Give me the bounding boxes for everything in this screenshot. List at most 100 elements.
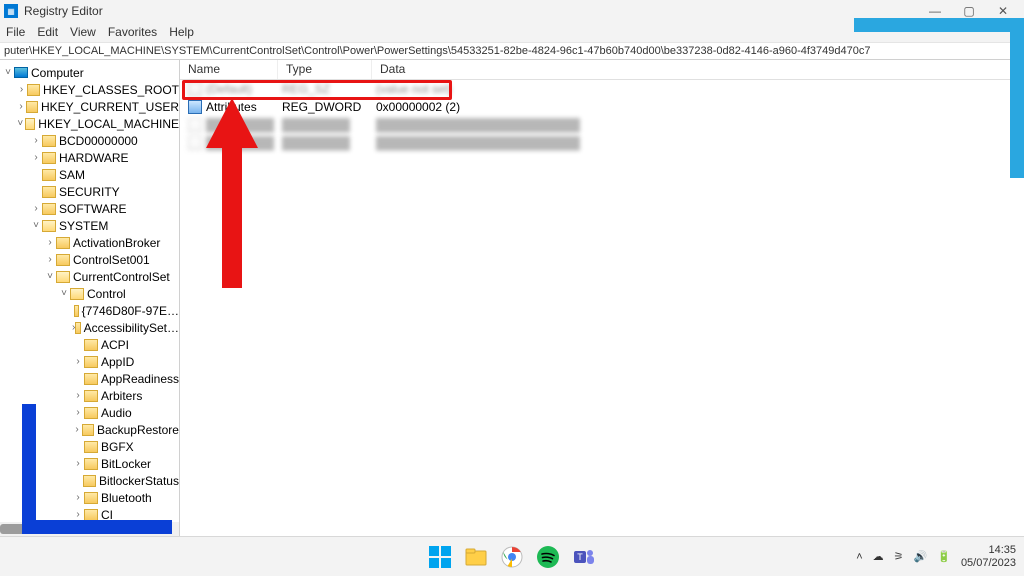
tree-node-appid[interactable]: ›AppID: [0, 353, 179, 370]
tree-label: {7746D80F-97E…: [82, 304, 179, 318]
tray-chevron-icon[interactable]: ˄: [856, 551, 862, 563]
menu-edit[interactable]: Edit: [37, 25, 58, 39]
value-row-attributes[interactable]: Attributes REG_DWORD 0x00000002 (2): [180, 98, 1024, 116]
tree-label: HKEY_CURRENT_USER: [41, 100, 179, 114]
tree-panel: ˅Computer ›HKEY_CLASSES_ROOT ›HKEY_CURRE…: [0, 60, 180, 536]
value-row-blurred: ████████ ████████ ██████████████████████…: [180, 116, 1024, 134]
menu-favorites[interactable]: Favorites: [108, 25, 157, 39]
clock-time: 14:35: [961, 544, 1016, 556]
tree-label: Computer: [31, 66, 84, 80]
address-bar[interactable]: puter\HKEY_LOCAL_MACHINE\SYSTEM\CurrentC…: [0, 42, 1024, 60]
value-data: (value not set): [376, 82, 1024, 96]
tray-battery-icon[interactable]: 🔋: [937, 550, 951, 563]
value-name: ████████: [206, 136, 282, 150]
values-panel: Name Type Data (Default) REG_SZ (value n…: [180, 60, 1024, 536]
value-row-default[interactable]: (Default) REG_SZ (value not set): [180, 80, 1024, 98]
window-close-button[interactable]: ✕: [986, 0, 1020, 22]
tree-node-hklm[interactable]: ˅HKEY_LOCAL_MACHINE: [0, 115, 179, 132]
taskbar: T ˄ ☁ ⚞ 🔊 🔋 14:35 05/07/2023: [0, 536, 1024, 576]
taskbar-clock[interactable]: 14:35 05/07/2023: [961, 544, 1016, 568]
tray-onedrive-icon[interactable]: ☁: [873, 550, 884, 563]
menu-bar: File Edit View Favorites Help: [0, 22, 1024, 42]
tree-node-bluetooth[interactable]: ›Bluetooth: [0, 489, 179, 506]
col-header-data[interactable]: Data: [372, 60, 1024, 79]
window-title: Registry Editor: [24, 4, 103, 18]
tree-node-hkcu[interactable]: ›HKEY_CURRENT_USER: [0, 98, 179, 115]
start-button[interactable]: [428, 545, 452, 569]
app-icon: ▦: [4, 4, 18, 18]
dword-icon: [188, 100, 202, 114]
address-bar-text: puter\HKEY_LOCAL_MACHINE\SYSTEM\CurrentC…: [4, 45, 871, 57]
main-area: ˅Computer ›HKEY_CLASSES_ROOT ›HKEY_CURRE…: [0, 60, 1024, 536]
value-name: (Default): [206, 82, 282, 96]
scrollbar-thumb[interactable]: [0, 524, 70, 534]
string-icon: [188, 118, 202, 132]
col-header-type[interactable]: Type: [278, 60, 372, 79]
window-controls: — ▢ ✕: [918, 0, 1020, 22]
taskbar-teams-icon[interactable]: T: [572, 545, 596, 569]
tree-label: BitLocker: [101, 457, 151, 471]
tree-node-controlset001[interactable]: ›ControlSet001: [0, 251, 179, 268]
value-data: ████████████████████████: [376, 118, 1024, 132]
tree-node-system[interactable]: ˅SYSTEM: [0, 217, 179, 234]
taskbar-explorer-icon[interactable]: [464, 545, 488, 569]
clock-date: 05/07/2023: [961, 557, 1016, 569]
tree-label: ActivationBroker: [73, 236, 160, 250]
menu-file[interactable]: File: [6, 25, 25, 39]
values-header: Name Type Data: [180, 60, 1024, 80]
tray-wifi-icon[interactable]: ⚞: [894, 550, 904, 563]
tree-node-computer[interactable]: ˅Computer: [0, 64, 179, 81]
tree-node-arbiters[interactable]: ›Arbiters: [0, 387, 179, 404]
tree-label: ControlSet001: [73, 253, 150, 267]
value-type: REG_DWORD: [282, 100, 376, 114]
tree-label: HKEY_CLASSES_ROOT: [43, 83, 179, 97]
tray-volume-icon[interactable]: 🔊: [914, 550, 928, 563]
tree-node-bitlocker[interactable]: ›BitLocker: [0, 455, 179, 472]
tree-node-bgfx[interactable]: BGFX: [0, 438, 179, 455]
taskbar-chrome-icon[interactable]: [500, 545, 524, 569]
tree-node-security[interactable]: SECURITY: [0, 183, 179, 200]
tree-node-acpi[interactable]: ACPI: [0, 336, 179, 353]
string-icon: [188, 82, 202, 96]
window-max-button[interactable]: ▢: [952, 0, 986, 22]
tree-label: SOFTWARE: [59, 202, 127, 216]
string-icon: [188, 136, 202, 150]
tree-label: CI: [101, 508, 113, 522]
tree-node-currentcontrolset[interactable]: ˅CurrentControlSet: [0, 268, 179, 285]
tree-node-bitlockerstatus[interactable]: BitlockerStatus: [0, 472, 179, 489]
tree-node-control[interactable]: ˅Control: [0, 285, 179, 302]
tree-node-hkcr[interactable]: ›HKEY_CLASSES_ROOT: [0, 81, 179, 98]
svg-text:T: T: [577, 552, 583, 562]
menu-help[interactable]: Help: [169, 25, 194, 39]
tree-label: CurrentControlSet: [73, 270, 170, 284]
tree-label: SAM: [59, 168, 85, 182]
title-bar: ▦ Registry Editor — ▢ ✕: [0, 0, 1024, 22]
value-data: 0x00000002 (2): [376, 100, 1024, 114]
tree-label: SYSTEM: [59, 219, 108, 233]
tree-label: Bluetooth: [101, 491, 152, 505]
tree-label: Audio: [101, 406, 132, 420]
tree-label: Control: [87, 287, 126, 301]
tree-node-backuprestore[interactable]: ›BackupRestore: [0, 421, 179, 438]
col-header-name[interactable]: Name: [180, 60, 278, 79]
tree-node-bcd[interactable]: ›BCD00000000: [0, 132, 179, 149]
tree-node-hardware[interactable]: ›HARDWARE: [0, 149, 179, 166]
tree-node-guid[interactable]: {7746D80F-97E…: [0, 302, 179, 319]
value-name: Attributes: [206, 100, 282, 114]
taskbar-spotify-icon[interactable]: [536, 545, 560, 569]
tree-label: ACPI: [101, 338, 129, 352]
value-type: REG_SZ: [282, 82, 376, 96]
tree-label: AccessibilitySet…: [84, 321, 179, 335]
tree-node-software[interactable]: ›SOFTWARE: [0, 200, 179, 217]
tree-node-audio[interactable]: ›Audio: [0, 404, 179, 421]
tree-node-accessibility[interactable]: ›AccessibilitySet…: [0, 319, 179, 336]
tree-horizontal-scrollbar[interactable]: [0, 522, 179, 536]
menu-view[interactable]: View: [70, 25, 96, 39]
registry-tree[interactable]: ˅Computer ›HKEY_CLASSES_ROOT ›HKEY_CURRE…: [0, 60, 179, 536]
tree-node-ci[interactable]: ›CI: [0, 506, 179, 523]
tree-node-sam[interactable]: SAM: [0, 166, 179, 183]
window-min-button[interactable]: —: [918, 0, 952, 22]
tree-node-appreadiness[interactable]: AppReadiness: [0, 370, 179, 387]
tree-node-activationbroker[interactable]: ›ActivationBroker: [0, 234, 179, 251]
tree-label: BCD00000000: [59, 134, 138, 148]
